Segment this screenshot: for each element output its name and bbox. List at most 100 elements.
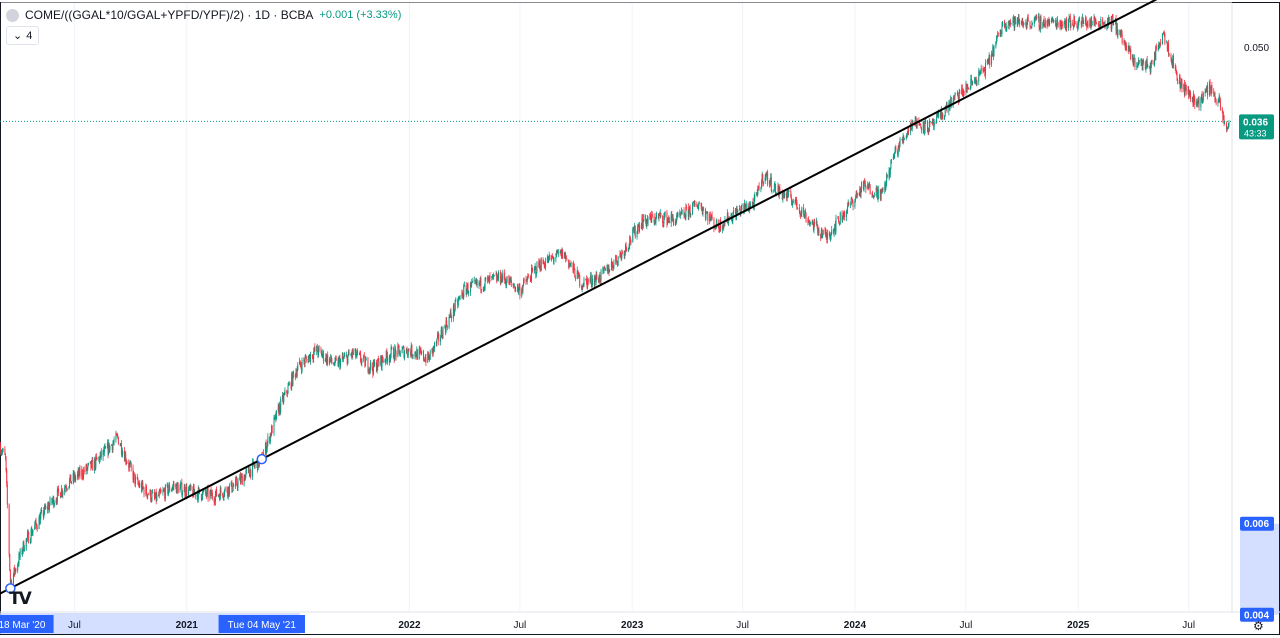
candle-body xyxy=(976,81,978,85)
candle-body xyxy=(1027,17,1029,22)
candle-body xyxy=(805,214,807,223)
crosshair-date-label: Tue 04 May '21 xyxy=(228,620,297,631)
y-tick-label: 0.050 xyxy=(1244,43,1269,54)
candle-body xyxy=(436,338,438,344)
candle-body xyxy=(232,486,234,491)
candle-body xyxy=(903,138,905,140)
candle-body xyxy=(925,120,927,122)
candle-body xyxy=(993,47,995,57)
candle-body xyxy=(451,316,453,319)
candle-body xyxy=(344,355,346,357)
candle-body xyxy=(1036,16,1038,19)
indicators-toggle[interactable]: ⌄ 4 xyxy=(6,26,40,45)
candle-body xyxy=(732,210,734,215)
candle-body xyxy=(761,181,763,189)
candle-body xyxy=(391,347,393,349)
x-tick-year: 2024 xyxy=(844,620,867,631)
candle-body xyxy=(770,177,772,191)
candle-body xyxy=(1168,54,1170,56)
candle-body xyxy=(685,206,687,208)
candle-body xyxy=(36,527,38,529)
price-chart[interactable]: 0.0500.03643:330.0060.004Wed 18 Mar '20J… xyxy=(0,0,1280,638)
candle-body xyxy=(609,269,611,273)
candle-body xyxy=(186,486,188,496)
trend-line[interactable] xyxy=(0,0,1232,595)
candle-body xyxy=(565,255,567,259)
candle-body xyxy=(647,218,649,224)
candle-body xyxy=(471,282,473,286)
candle-body xyxy=(288,382,290,385)
candle-body xyxy=(1219,99,1221,109)
candle-body xyxy=(404,352,406,358)
candle-body xyxy=(632,228,634,242)
candle-body xyxy=(472,280,474,282)
candle-body xyxy=(1221,108,1223,111)
candle-body xyxy=(942,114,944,120)
candle-body xyxy=(310,354,312,362)
chevron-down-icon: ⌄ xyxy=(13,30,23,42)
candle-body xyxy=(459,295,461,298)
gear-icon[interactable]: ⚙ xyxy=(1253,619,1264,633)
candle-body xyxy=(45,506,47,509)
candle-body xyxy=(100,451,102,458)
candle-body xyxy=(105,446,107,449)
candle-body xyxy=(809,221,811,225)
candle-body xyxy=(967,87,969,90)
candle-body xyxy=(113,440,115,443)
candle-body xyxy=(1040,16,1042,29)
candle-body xyxy=(861,182,863,189)
candle-body xyxy=(468,292,470,294)
candle-body xyxy=(515,288,517,291)
price-marker-label: 0.006 xyxy=(1244,519,1269,530)
candle-body xyxy=(70,481,72,484)
candle-body xyxy=(1228,121,1230,126)
candle-body xyxy=(331,361,333,363)
candle-body xyxy=(254,464,256,467)
candle-body xyxy=(231,481,233,492)
candle-body xyxy=(142,482,144,488)
candle-body xyxy=(1177,80,1179,84)
candle-body xyxy=(190,485,192,490)
candle-body xyxy=(831,229,833,234)
candle-body xyxy=(275,410,277,420)
candle-body xyxy=(1117,30,1119,36)
candle-body xyxy=(705,212,707,218)
candle-body xyxy=(438,333,440,342)
candle-body xyxy=(895,146,897,151)
candle-body xyxy=(869,185,871,195)
candle-body xyxy=(365,360,367,367)
candle-body xyxy=(126,462,128,463)
candle-body xyxy=(1134,57,1136,68)
tradingview-logo-icon[interactable]: TV xyxy=(9,589,32,609)
candle-body xyxy=(681,210,683,212)
candle-body xyxy=(596,274,598,280)
candle-body xyxy=(235,479,237,487)
candle-body xyxy=(301,359,303,371)
candle-body xyxy=(638,225,640,232)
candle-body xyxy=(630,241,632,243)
candle-body xyxy=(1031,23,1033,25)
candle-body xyxy=(570,262,572,264)
candle-body xyxy=(929,121,931,124)
candle-body xyxy=(1202,93,1204,101)
candle-body xyxy=(448,316,450,328)
candle-body xyxy=(1019,21,1021,25)
candle-body xyxy=(642,221,644,228)
x-tick-year: 2025 xyxy=(1067,620,1090,631)
trend-anchor-b[interactable] xyxy=(256,453,268,465)
candle-body xyxy=(489,276,491,279)
candle-body xyxy=(553,259,555,261)
candle-body xyxy=(395,350,397,357)
symbol-title[interactable]: COME/((GGAL*10/GGAL+YPFD/YPF)/2) · 1D · … xyxy=(25,8,313,22)
candle-body xyxy=(583,279,585,287)
x-tick-month: Jul xyxy=(513,620,526,631)
candle-body xyxy=(103,447,105,454)
candle-body xyxy=(592,278,594,285)
candle-body xyxy=(856,193,858,195)
candle-body xyxy=(555,256,557,260)
candle-body xyxy=(505,282,507,286)
candle-body xyxy=(963,90,965,93)
candle-body xyxy=(476,280,478,286)
candle-body xyxy=(745,204,747,208)
candle-body xyxy=(8,504,10,555)
